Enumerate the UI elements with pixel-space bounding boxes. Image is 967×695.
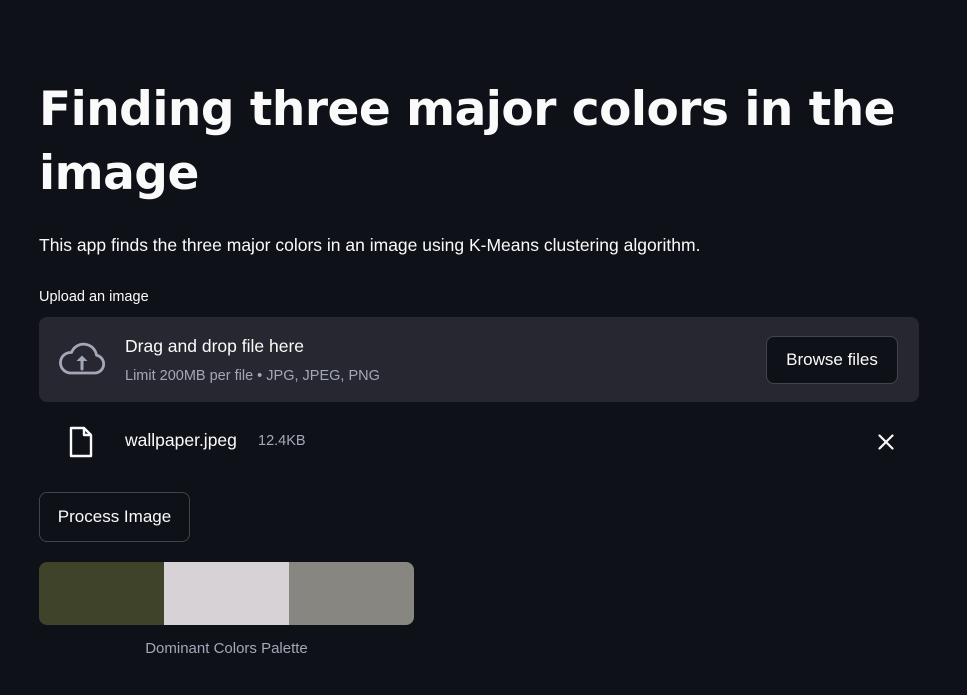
close-icon[interactable]	[876, 432, 896, 452]
file-icon	[68, 426, 94, 458]
color-palette	[39, 562, 414, 625]
process-image-button[interactable]: Process Image	[39, 492, 190, 542]
color-swatch-2	[164, 562, 289, 625]
uploaded-file-item: wallpaper.jpeg 12.4KB	[39, 420, 919, 464]
dropzone-limit-text: Limit 200MB per file • JPG, JPEG, PNG	[125, 368, 380, 384]
upload-label: Upload an image	[39, 289, 149, 305]
file-size: 12.4KB	[258, 433, 306, 449]
browse-files-button[interactable]: Browse files	[766, 336, 898, 384]
color-swatch-3	[289, 562, 414, 625]
color-swatch-1	[39, 562, 164, 625]
file-dropzone[interactable]: Drag and drop file here Limit 200MB per …	[39, 317, 919, 402]
cloud-upload-icon	[57, 341, 107, 377]
page-title: Finding three major colors in the image	[39, 82, 896, 201]
palette-caption: Dominant Colors Palette	[145, 640, 308, 657]
page-description: This app finds the three major colors in…	[39, 235, 701, 255]
dropzone-instructions: Drag and drop file here	[125, 336, 304, 356]
file-name: wallpaper.jpeg	[125, 430, 237, 450]
